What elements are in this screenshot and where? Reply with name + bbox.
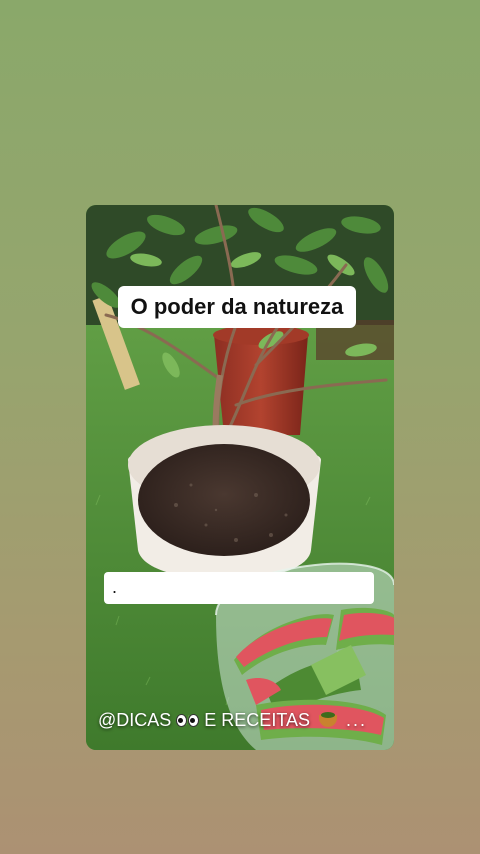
watermark-prefix: @DICAS [98,710,172,730]
watermark: @DICAS E RECEITAS ... [98,710,367,731]
watermark-suffix: E RECEITAS [204,710,310,730]
eyes-icon [176,714,200,727]
salad-bowl-icon [319,711,337,727]
story-card[interactable]: O poder da natureza . @DICAS E RECEITAS … [86,205,394,750]
title-caption: O poder da natureza [118,286,356,328]
watermark-trailing: ... [346,710,368,730]
text-caption: . [104,572,374,604]
